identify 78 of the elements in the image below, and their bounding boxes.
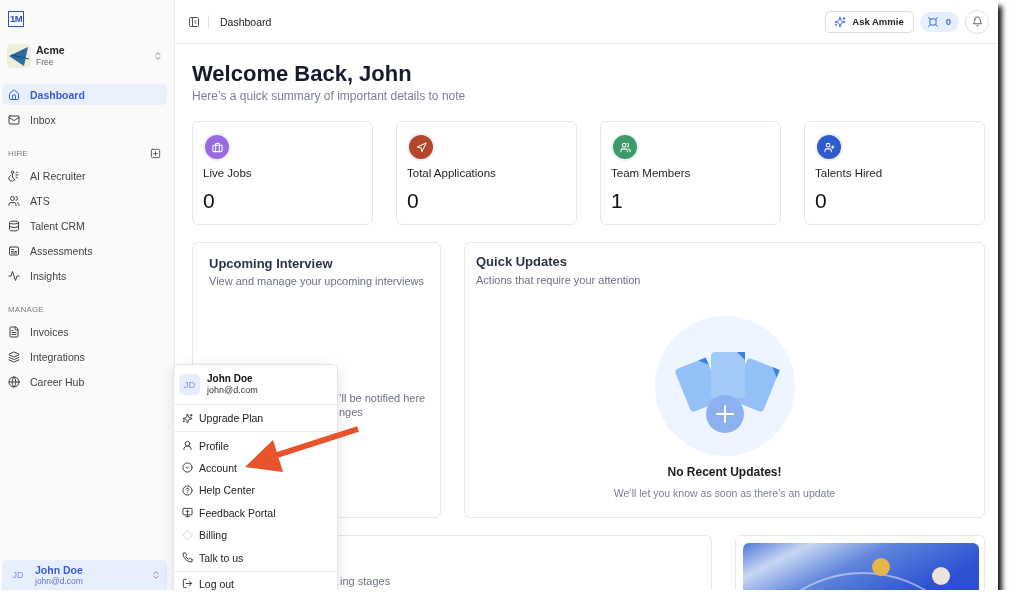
card-subtitle: ing stages xyxy=(340,574,392,588)
user-name: John Doe xyxy=(207,373,254,385)
stat-value: 1 xyxy=(611,189,624,213)
avatar-initials: JD xyxy=(11,569,25,582)
diamond-icon xyxy=(182,529,193,541)
card-title: Quick Updates xyxy=(476,254,569,270)
database-icon xyxy=(8,219,20,232)
nav-item[interactable]: AI Recruiter xyxy=(2,165,167,186)
user-email: john@d.com xyxy=(35,575,83,587)
empty-state-text: ’ll be notified here nges xyxy=(339,391,424,419)
sparkles-icon xyxy=(182,412,193,424)
stat-label: Team Members xyxy=(611,166,692,180)
user-icon xyxy=(182,440,193,452)
empty-state-title: No Recent Updates! xyxy=(667,465,782,480)
id-card-icon xyxy=(8,244,20,257)
avatar-initials: JD xyxy=(179,374,200,395)
workspace-logo-icon xyxy=(7,44,31,68)
user-name: John Doe xyxy=(35,563,83,576)
notifications-button[interactable] xyxy=(965,9,989,34)
nav-item[interactable]: Invoices xyxy=(2,321,167,342)
stat-label: Talents Hired xyxy=(815,166,884,180)
menu-item[interactable]: Upgrade Plan xyxy=(174,407,337,430)
panel-icon xyxy=(188,15,200,28)
nav-item[interactable]: Talent CRM xyxy=(2,215,167,236)
chevrons-up-down-icon xyxy=(151,570,161,580)
section-label: MANAGE xyxy=(8,304,44,314)
stat-label: Live Jobs xyxy=(203,166,253,180)
menu-item[interactable]: Account xyxy=(174,456,337,480)
sidebar-toggle-button[interactable] xyxy=(188,15,200,28)
stat-value: 0 xyxy=(815,189,828,213)
person-icon xyxy=(8,169,20,182)
menu-item[interactable]: Profile xyxy=(174,434,337,457)
mail-icon xyxy=(8,113,20,126)
nav-item[interactable]: Dashboard xyxy=(2,84,167,105)
credits-button[interactable]: 0 xyxy=(919,11,959,32)
globe-icon xyxy=(8,375,20,388)
help-icon xyxy=(182,484,193,496)
check-circle-icon xyxy=(182,462,193,474)
monitor-icon xyxy=(182,507,193,519)
empty-state-text: We’ll let you know as soon as there’s an update xyxy=(613,487,836,500)
card-subtitle: View and manage your upcoming interviews xyxy=(209,275,424,288)
home-icon xyxy=(8,88,20,101)
nav-item[interactable]: Career Hub xyxy=(2,371,167,392)
stat-label: Total Applications xyxy=(407,166,497,180)
card-title: Upcoming Interview xyxy=(209,256,334,272)
workspace-name: Acme xyxy=(36,44,65,57)
nav-item[interactable]: Inbox xyxy=(2,109,167,130)
users-icon xyxy=(8,194,20,207)
nav-item[interactable]: Insights xyxy=(2,265,167,286)
card-subtitle: Actions that require your attention xyxy=(476,274,642,287)
user-email: john@d.com xyxy=(207,385,258,396)
nav-item[interactable]: ATS xyxy=(2,190,167,211)
plus-square-icon[interactable] xyxy=(150,147,161,159)
layers-icon xyxy=(8,350,20,363)
logo: 1M xyxy=(8,11,25,27)
breadcrumb: Dashboard xyxy=(220,15,272,28)
nav-item[interactable]: Assessments xyxy=(2,240,167,261)
stat-value: 0 xyxy=(407,189,420,213)
log-out-icon xyxy=(182,578,193,590)
sparkles-icon xyxy=(834,15,847,28)
page-title: Welcome Back, John xyxy=(192,61,413,87)
section-label: HIRE xyxy=(8,148,28,158)
ask-assistant-button[interactable]: Ask Ammie xyxy=(825,10,914,33)
menu-item[interactable]: Log out xyxy=(174,575,337,590)
menu-item[interactable]: Talk to us xyxy=(174,546,337,569)
menu-item[interactable]: Feedback Portal xyxy=(174,501,337,524)
square-corners-icon xyxy=(926,15,939,28)
menu-item[interactable]: Help Center xyxy=(174,479,337,502)
nav-item[interactable]: Integrations xyxy=(2,346,167,367)
workspace-plan: Free xyxy=(36,57,54,68)
page-subtitle: Here’s a quick summary of important details to note xyxy=(192,88,467,104)
account-switcher[interactable]: JD John Doe john@d.com xyxy=(2,560,167,590)
stat-value: 0 xyxy=(203,189,216,213)
phone-icon xyxy=(182,552,193,564)
menu-item[interactable]: Billing xyxy=(174,523,337,547)
document-icon xyxy=(8,325,20,338)
pulse-icon xyxy=(8,269,20,282)
bell-icon xyxy=(971,16,983,27)
